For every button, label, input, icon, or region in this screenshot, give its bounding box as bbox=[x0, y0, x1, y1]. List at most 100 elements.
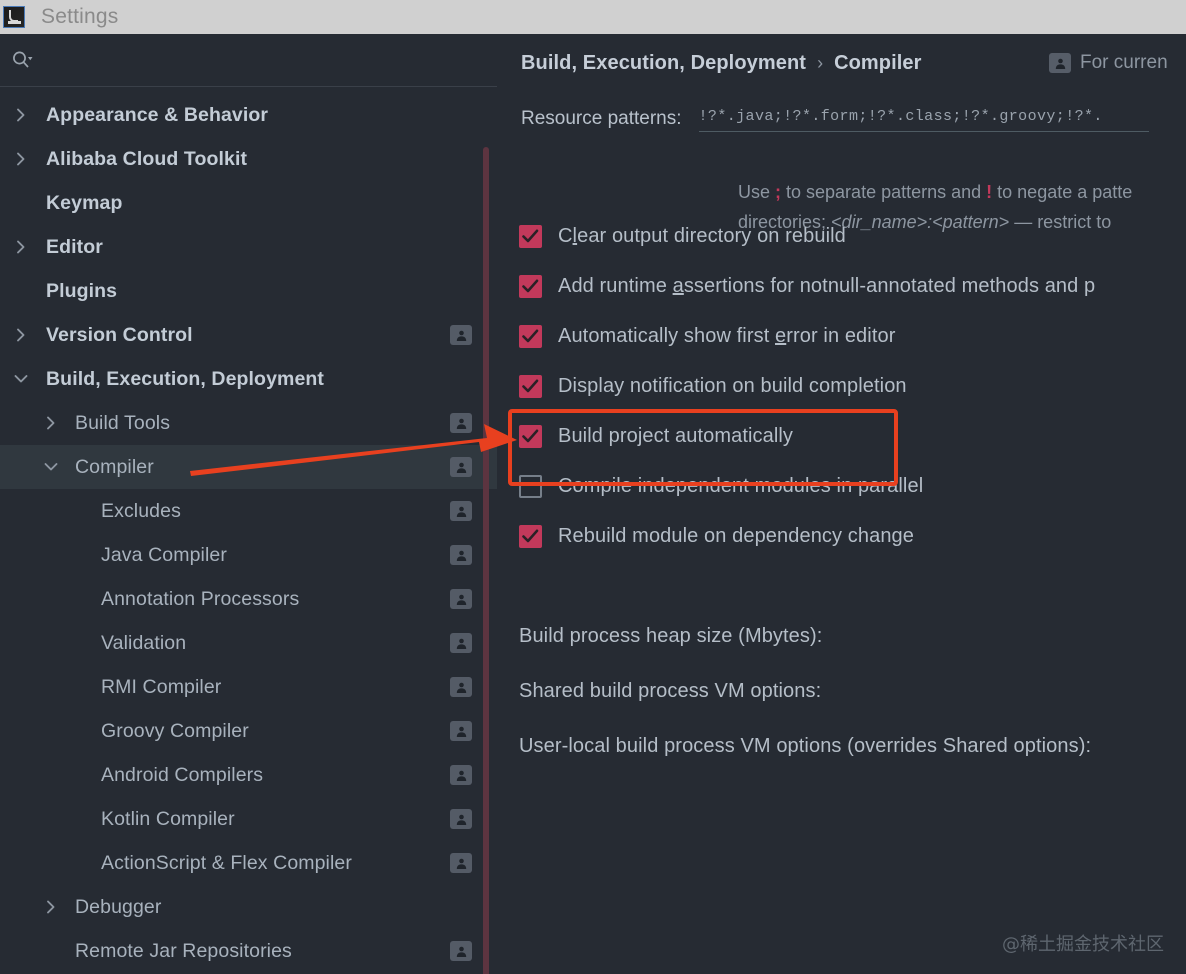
sidebar-search-row bbox=[0, 34, 497, 87]
sidebar-item-label: Build Tools bbox=[75, 411, 171, 434]
checkbox-checked-icon[interactable] bbox=[519, 324, 542, 348]
sidebar-item-label: Excludes bbox=[101, 499, 181, 522]
sidebar-item-label: Annotation Processors bbox=[101, 587, 300, 610]
field-label: Build process heap size (Mbytes): bbox=[519, 625, 823, 647]
hint-1b: to separate patterns and bbox=[781, 182, 987, 202]
sidebar-item-annotation-processors[interactable]: Annotation Processors bbox=[0, 577, 497, 621]
person-icon bbox=[450, 501, 472, 521]
checkbox-label-pre: Build project automatically bbox=[558, 424, 794, 447]
chevron-right-icon[interactable] bbox=[42, 898, 60, 916]
checkbox-label: Display notification on build completion bbox=[558, 375, 907, 398]
chevron-down-icon[interactable] bbox=[12, 370, 30, 388]
checkbox-row-add-runtime-assertions-for-notnull-annotated-met[interactable]: Add runtime assertions for notnull-annot… bbox=[519, 261, 1186, 311]
chevron-right-icon[interactable] bbox=[12, 106, 30, 124]
chevron-down-icon[interactable] bbox=[42, 458, 60, 476]
sidebar-item-label: Remote Jar Repositories bbox=[75, 939, 292, 962]
chevron-right-icon[interactable] bbox=[12, 238, 30, 256]
breadcrumb: Build, Execution, Deployment › Compiler bbox=[521, 52, 922, 75]
breadcrumb-parent[interactable]: Build, Execution, Deployment bbox=[521, 52, 806, 75]
sidebar-item-excludes[interactable]: Excludes bbox=[0, 489, 497, 533]
sidebar-item-label: Build, Execution, Deployment bbox=[46, 367, 324, 390]
checkbox-row-automatically-show-first-error-in-editor[interactable]: Automatically show first error in editor bbox=[519, 311, 1186, 361]
checkbox-checked-icon[interactable] bbox=[519, 424, 542, 448]
settings-window: Settings Appearance & Behavior Alibaba Cl… bbox=[0, 0, 1186, 974]
checkbox-checked-icon[interactable] bbox=[519, 374, 542, 398]
sidebar-item-editor[interactable]: Editor bbox=[0, 225, 497, 269]
resource-patterns-label: Resource patterns: bbox=[521, 108, 682, 129]
checkbox-label: Clear output directory on rebuild bbox=[558, 225, 846, 248]
sidebar-item-keymap[interactable]: Keymap bbox=[0, 181, 497, 225]
chevron-right-icon[interactable] bbox=[12, 326, 30, 344]
checkbox-checked-icon[interactable] bbox=[519, 524, 542, 548]
person-icon bbox=[450, 809, 472, 829]
checkbox-label: Add runtime assertions for notnull-annot… bbox=[558, 275, 1095, 298]
sidebar-item-validation[interactable]: Validation bbox=[0, 621, 497, 665]
checkbox-label-mnemonic: e bbox=[775, 324, 787, 347]
sidebar-item-actionscript-flex-compiler[interactable]: ActionScript & Flex Compiler bbox=[0, 841, 497, 885]
search-input[interactable] bbox=[44, 46, 484, 76]
sidebar-item-version-control[interactable]: Version Control bbox=[0, 313, 497, 357]
sidebar-item-label: Compiler bbox=[75, 455, 154, 478]
hint-1c: to negate a patte bbox=[992, 182, 1133, 202]
sidebar-item-rmi-compiler[interactable]: RMI Compiler bbox=[0, 665, 497, 709]
settings-sidebar: Appearance & Behavior Alibaba Cloud Toolk… bbox=[0, 34, 497, 974]
sidebar-item-plugins[interactable]: Plugins bbox=[0, 269, 497, 313]
checkbox-row-clear-output-directory-on-rebuild[interactable]: Clear output directory on rebuild bbox=[519, 211, 1186, 261]
sidebar-item-label: Appearance & Behavior bbox=[46, 103, 269, 126]
person-icon bbox=[450, 325, 472, 345]
hint-1a: Use bbox=[738, 182, 776, 202]
sidebar-scrollbar-thumb[interactable] bbox=[483, 147, 489, 974]
checkbox-row-display-notification-on-build-completion[interactable]: Display notification on build completion bbox=[519, 361, 1186, 411]
checkbox-unchecked-icon[interactable] bbox=[519, 474, 542, 498]
build-process-field-labels: Build process heap size (Mbytes): Shared … bbox=[519, 609, 1186, 774]
chevron-right-icon[interactable] bbox=[42, 414, 60, 432]
intellij-idea-icon bbox=[3, 6, 25, 28]
sidebar-item-kotlin-compiler[interactable]: Kotlin Compiler bbox=[0, 797, 497, 841]
checkbox-row-build-project-automatically[interactable]: Build project automatically bbox=[519, 411, 1186, 461]
sidebar-item-groovy-compiler[interactable]: Groovy Compiler bbox=[0, 709, 497, 753]
field-underline bbox=[698, 131, 1149, 132]
checkbox-checked-icon[interactable] bbox=[519, 224, 542, 248]
sidebar-scrollbar-track[interactable] bbox=[483, 89, 493, 974]
field-label-row: Shared build process VM options: bbox=[519, 664, 1186, 719]
sidebar-item-build-tools[interactable]: Build Tools bbox=[0, 401, 497, 445]
person-icon bbox=[450, 721, 472, 741]
sidebar-item-label: Java Compiler bbox=[101, 543, 227, 566]
sidebar-item-label: Kotlin Compiler bbox=[101, 807, 235, 830]
checkbox-label: Compile independent modules in parallel bbox=[558, 475, 923, 498]
sidebar-item-java-compiler[interactable]: Java Compiler bbox=[0, 533, 497, 577]
checkbox-label-post: rror in editor bbox=[786, 324, 896, 347]
sidebar-item-alibaba-cloud-toolkit[interactable]: Alibaba Cloud Toolkit bbox=[0, 137, 497, 181]
sidebar-item-label: Alibaba Cloud Toolkit bbox=[46, 147, 248, 170]
watermark: @稀土掘金技术社区 bbox=[1002, 934, 1164, 955]
field-label-row: Build process heap size (Mbytes): bbox=[519, 609, 1186, 664]
person-icon bbox=[450, 941, 472, 961]
scope-tag: For curren bbox=[1049, 52, 1168, 74]
sidebar-item-build-execution-deployment[interactable]: Build, Execution, Deployment bbox=[0, 357, 497, 401]
sidebar-item-remote-jar-repositories[interactable]: Remote Jar Repositories bbox=[0, 929, 497, 973]
resource-patterns-field[interactable]: !?*.java;!?*.form;!?*.class;!?*.groovy;!… bbox=[698, 108, 1149, 132]
checkbox-label-post: ear output directory on rebuild bbox=[577, 224, 846, 247]
checkbox-row-compile-independent-modules-in-parallel[interactable]: Compile independent modules in parallel bbox=[519, 461, 1186, 511]
sidebar-item-compiler[interactable]: Compiler bbox=[0, 445, 497, 489]
sidebar-item-appearance-behavior[interactable]: Appearance & Behavior bbox=[0, 93, 497, 137]
sidebar-item-debugger[interactable]: Debugger bbox=[0, 885, 497, 929]
chevron-right-icon[interactable] bbox=[12, 150, 30, 168]
window-titlebar: Settings bbox=[0, 0, 1186, 34]
scope-tag-label: For curren bbox=[1080, 52, 1168, 73]
person-icon bbox=[450, 545, 472, 565]
sidebar-item-android-compilers[interactable]: Android Compilers bbox=[0, 753, 497, 797]
compiler-options-list: Clear output directory on rebuild Add run… bbox=[519, 211, 1186, 561]
checkbox-label-pre: Rebuild module on dependency change bbox=[558, 524, 914, 547]
checkbox-checked-icon[interactable] bbox=[519, 274, 542, 298]
checkbox-label: Rebuild module on dependency change bbox=[558, 525, 914, 548]
person-icon bbox=[450, 765, 472, 785]
sidebar-item-label: RMI Compiler bbox=[101, 675, 222, 698]
checkbox-row-rebuild-module-on-dependency-change[interactable]: Rebuild module on dependency change bbox=[519, 511, 1186, 561]
window-title: Settings bbox=[41, 5, 119, 28]
person-icon bbox=[450, 633, 472, 653]
person-icon bbox=[450, 413, 472, 433]
checkbox-label: Build project automatically bbox=[558, 425, 793, 448]
sidebar-item-label: Version Control bbox=[46, 323, 193, 346]
compiler-settings-panel: Build, Execution, Deployment › Compiler … bbox=[497, 34, 1186, 974]
